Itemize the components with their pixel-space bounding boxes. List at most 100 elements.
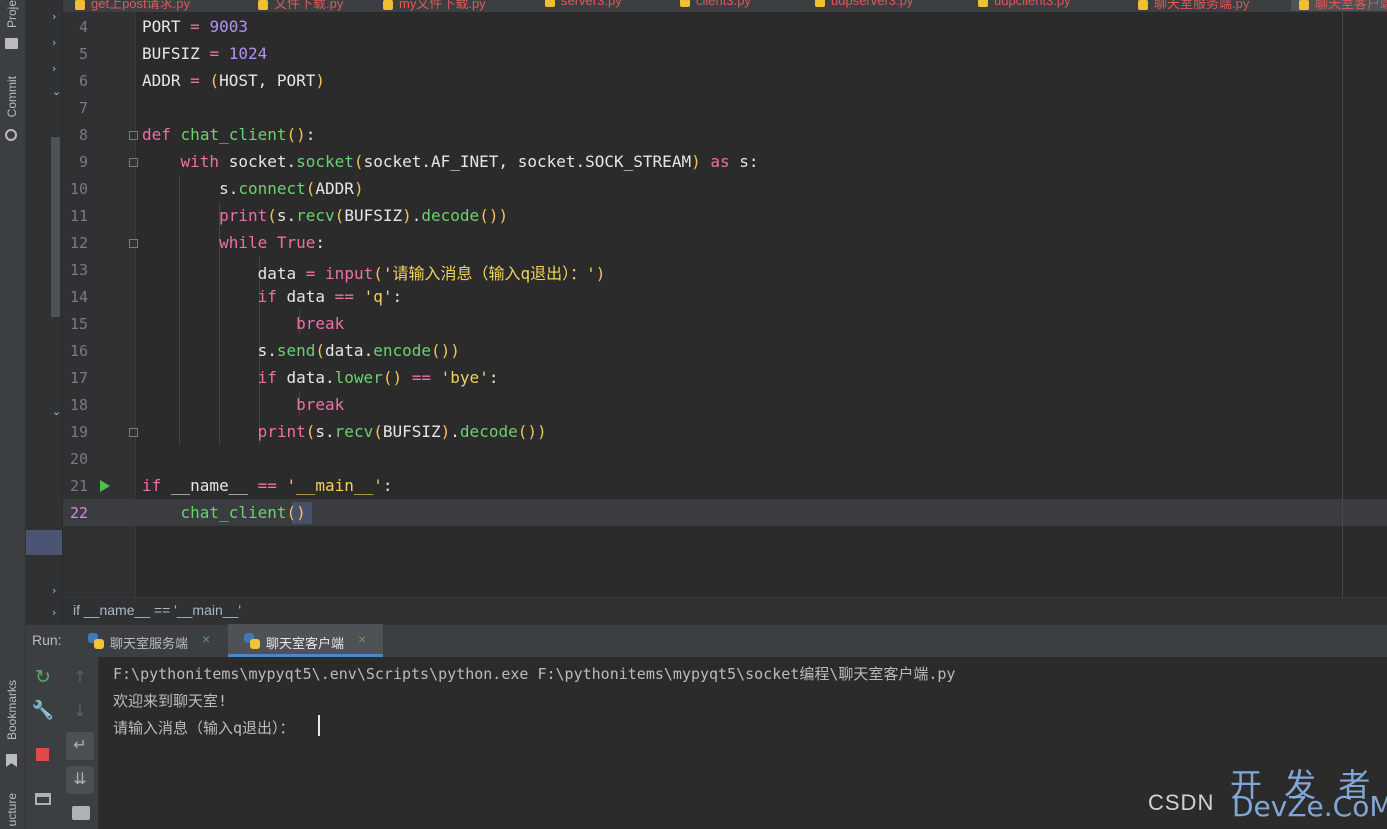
editor-tab[interactable]: 聊天室服务端.py — [1138, 0, 1249, 11]
breadcrumb[interactable]: if __name__ == '__main__' — [73, 602, 241, 618]
chevron-down-icon[interactable]: ⌄ — [52, 85, 61, 98]
line-number: 8 — [78, 126, 88, 144]
line-number: 4 — [78, 18, 88, 36]
line-number: 17 — [69, 369, 88, 387]
print-icon[interactable] — [72, 806, 90, 820]
fold-marker-icon[interactable] — [129, 239, 138, 248]
code-line[interactable]: s.send(data.encode()) — [142, 341, 460, 360]
breadcrumb-bar — [63, 597, 1387, 625]
line-number: 18 — [69, 396, 88, 414]
code-line[interactable]: while True: — [142, 233, 325, 252]
line-number: 11 — [69, 207, 88, 225]
code-line[interactable]: def chat_client(): — [142, 125, 315, 144]
line-number: 10 — [69, 180, 88, 198]
commit-icon — [5, 129, 17, 141]
chevron-right-icon[interactable]: › — [52, 36, 56, 49]
right-margin-guide — [1342, 12, 1343, 597]
rerun-icon[interactable]: ↻ — [31, 666, 55, 688]
python-file-icon — [1138, 0, 1148, 10]
project-tool-button[interactable]: Proje — [5, 0, 19, 28]
run-gutter-icon[interactable] — [100, 480, 110, 492]
code-line[interactable]: if __name__ == '__main__': — [142, 476, 392, 495]
scroll-to-end-icon: ⇊ — [73, 769, 87, 788]
line-number: 6 — [78, 72, 88, 90]
fold-end-marker-icon[interactable] — [129, 428, 138, 437]
chevron-right-icon[interactable]: › — [52, 10, 56, 23]
text-caret — [318, 715, 320, 736]
python-file-icon — [383, 0, 393, 10]
editor-tab[interactable]: udpclient3.py — [978, 0, 1071, 11]
soft-wrap-button[interactable]: ↵ — [66, 732, 94, 760]
wrench-icon[interactable]: 🔧 — [31, 700, 55, 721]
editor-tab[interactable]: udpserver3.py — [815, 0, 913, 11]
code-line[interactable]: print(s.recv(BUFSIZ).decode()) — [142, 422, 547, 441]
watermark-logo-en: DevZe.CoM — [1232, 790, 1387, 823]
console-prompt-line: 请输入消息（输入q退出）： — [113, 719, 295, 737]
stop-icon[interactable] — [36, 748, 49, 761]
console-command-line: F:\pythonitems\mypyqt5\.env\Scripts\pyth… — [113, 665, 956, 683]
editor-tab[interactable]: my文件下载.py — [383, 0, 486, 11]
editor-tab[interactable]: server3.py — [545, 0, 622, 11]
python-file-icon — [680, 0, 690, 7]
code-line[interactable]: BUFSIZ = 1024 — [142, 44, 267, 63]
scroll-to-end-button[interactable]: ⇊ — [66, 766, 94, 794]
line-number-current: 22 — [69, 504, 88, 522]
bookmarks-tool-button[interactable]: Bookmarks — [5, 680, 19, 740]
python-icon — [244, 633, 260, 649]
fold-marker-icon[interactable] — [129, 131, 138, 140]
commit-tool-button[interactable]: Commit — [5, 76, 19, 117]
up-arrow-icon[interactable]: ↑ — [68, 667, 92, 686]
console-output-line: 欢迎来到聊天室! — [113, 692, 228, 710]
code-line[interactable]: break — [142, 395, 344, 414]
fold-marker-icon[interactable] — [129, 158, 138, 167]
run-tab-server[interactable]: 聊天室服务端 × — [78, 624, 226, 657]
chevron-right-icon[interactable]: › — [52, 606, 56, 619]
chevron-down-icon[interactable]: ⌄ — [52, 405, 61, 418]
code-line[interactable]: if data == 'q': — [142, 287, 403, 306]
soft-wrap-icon: ↵ — [73, 735, 87, 754]
run-label: Run: — [32, 632, 62, 648]
line-number: 16 — [69, 342, 88, 360]
line-number: 12 — [69, 234, 88, 252]
line-number: 7 — [78, 99, 88, 117]
layout-icon[interactable] — [35, 793, 51, 805]
close-icon[interactable]: × — [358, 631, 366, 647]
folder-icon — [5, 38, 18, 49]
code-line[interactable]: print(s.recv(BUFSIZ).decode()) — [142, 206, 508, 225]
editor-tab-active[interactable]: 聊天室客户端.py — [1291, 0, 1387, 11]
project-selected-row[interactable] — [26, 530, 62, 555]
structure-tool-button[interactable]: ucture — [5, 793, 19, 826]
code-line[interactable]: break — [142, 314, 344, 333]
python-file-icon — [75, 0, 85, 10]
editor-tab[interactable]: client3.py — [680, 0, 751, 11]
run-tab-client[interactable]: 聊天室客户端 × — [228, 624, 383, 657]
left-tool-strip: Proje Commit Bookmarks ucture — [0, 0, 26, 829]
editor-tab[interactable]: get上post请求.py — [75, 0, 190, 11]
code-line[interactable]: s.connect(ADDR) — [142, 179, 364, 198]
python-icon — [88, 633, 104, 649]
python-file-icon — [1299, 0, 1309, 10]
code-line[interactable]: data = input('请输入消息（输入q退出）：') — [142, 260, 606, 284]
code-line[interactable]: if data.lower() == 'bye': — [142, 368, 499, 387]
down-arrow-icon[interactable]: ↓ — [68, 701, 92, 720]
editor-tab[interactable]: 文件下载.py — [258, 0, 343, 11]
code-line[interactable]: with socket.socket(socket.AF_INET, socke… — [142, 152, 759, 171]
close-icon[interactable]: × — [202, 631, 210, 647]
line-number: 19 — [69, 423, 88, 441]
python-file-icon — [545, 0, 555, 7]
line-number: 20 — [69, 450, 88, 468]
line-number: 9 — [78, 153, 88, 171]
chevron-right-icon[interactable]: › — [52, 62, 56, 75]
code-line[interactable]: ADDR = (HOST, PORT) — [142, 71, 325, 90]
project-scrollbar[interactable] — [51, 137, 60, 317]
bookmark-icon — [6, 754, 17, 767]
watermark-csdn: CSDN — [1148, 790, 1215, 815]
chevron-right-icon[interactable]: › — [52, 584, 56, 597]
line-number: 15 — [69, 315, 88, 333]
code-line[interactable]: PORT = 9003 — [142, 17, 248, 36]
line-number: 5 — [78, 45, 88, 63]
line-number: 13 — [69, 261, 88, 279]
line-number: 21 — [69, 477, 88, 495]
python-file-icon — [258, 0, 268, 10]
code-line-current[interactable]: chat_client() — [142, 503, 306, 522]
